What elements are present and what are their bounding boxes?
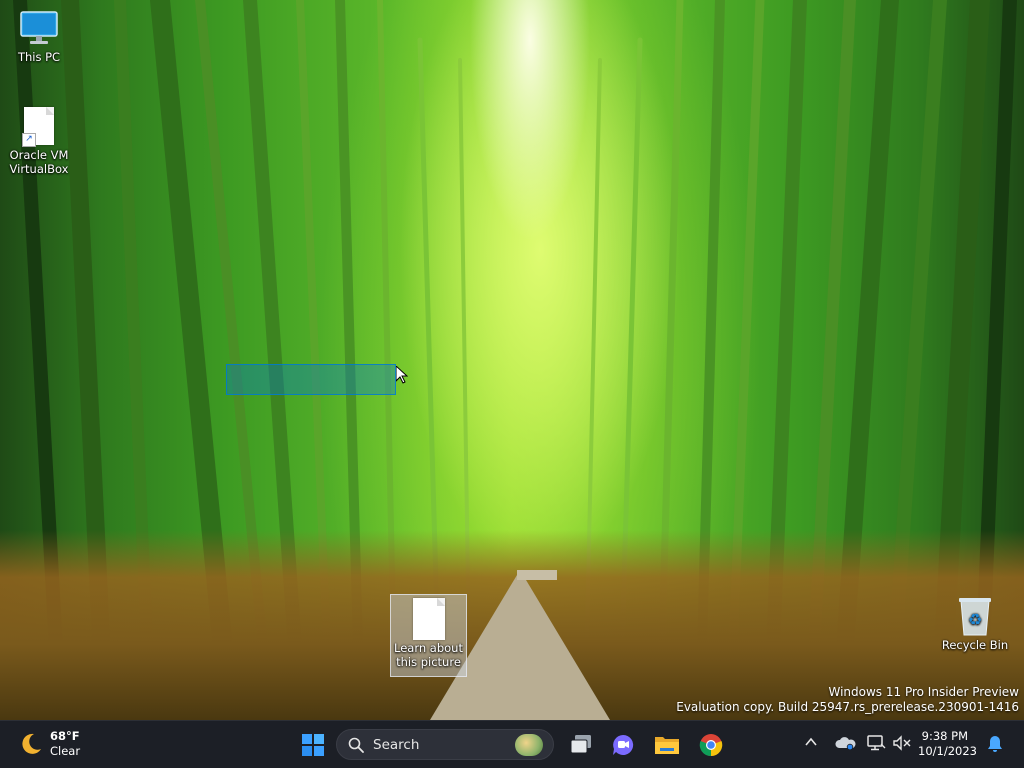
taskbar-clock[interactable]: 9:38 PM 10/1/2023	[918, 729, 977, 759]
desktop-icon-recycle-bin[interactable]: ♻ Recycle Bin	[940, 596, 1010, 652]
windows-watermark: Windows 11 Pro Insider Preview Evaluatio…	[676, 685, 1019, 715]
shortcut-arrow-icon: ↗	[22, 133, 36, 147]
desktop-icon-label-line1: Learn about	[394, 641, 463, 655]
weather-widget[interactable]: 68°F Clear	[18, 729, 80, 759]
desktop-icon-this-pc[interactable]: This PC	[4, 8, 74, 64]
mouse-cursor-icon	[396, 366, 408, 384]
wallpaper-path-far	[517, 570, 557, 580]
onedrive-icon[interactable]	[834, 735, 856, 751]
chrome-button[interactable]	[696, 730, 726, 760]
selection-rectangle	[226, 364, 396, 395]
document-icon	[409, 598, 449, 640]
start-icon	[302, 734, 324, 756]
watermark-line2: Evaluation copy. Build 25947.rs_prerelea…	[676, 700, 1019, 714]
desktop-icon-label: Recycle Bin	[941, 638, 1009, 652]
desktop-icon-label-line2: this picture	[396, 655, 461, 669]
task-view-icon	[570, 735, 591, 754]
desktop[interactable]: This PC ↗ Oracle VM VirtualBox Learn abo…	[0, 0, 1024, 720]
desktop-icon-label-line1: Oracle VM	[9, 148, 69, 162]
teams-icon	[613, 734, 634, 755]
desktop-icon-label-line2: VirtualBox	[9, 162, 69, 176]
taskbar: 68°F Clear Search 9:38 PM 10/1/2023	[0, 720, 1024, 768]
chrome-icon	[699, 734, 723, 757]
svg-text:♻: ♻	[968, 610, 982, 629]
clock-date: 10/1/2023	[918, 744, 977, 758]
notification-bell-icon[interactable]	[987, 735, 1003, 753]
desktop-icon-virtualbox[interactable]: ↗ Oracle VM VirtualBox	[4, 106, 74, 176]
clock-time: 9:38 PM	[921, 729, 968, 743]
weather-condition: Clear	[50, 744, 81, 758]
recycle-bin-icon: ♻	[955, 596, 995, 636]
task-view-button[interactable]	[566, 730, 596, 760]
search-highlight-image	[515, 734, 543, 756]
weather-temperature: 68°F	[50, 729, 80, 743]
watermark-line1: Windows 11 Pro Insider Preview	[828, 685, 1019, 699]
teams-chat-button[interactable]	[608, 730, 638, 760]
monitor-icon	[19, 8, 59, 48]
show-hidden-icons-chevron-icon[interactable]	[804, 735, 818, 749]
desktop-icon-label: This PC	[17, 50, 61, 64]
search-icon	[348, 737, 364, 753]
network-icon[interactable]	[866, 734, 886, 752]
moon-icon	[22, 733, 41, 754]
file-shortcut-icon: ↗	[19, 106, 59, 147]
search-label: Search	[373, 737, 420, 753]
file-explorer-icon	[655, 737, 679, 754]
file-explorer-button[interactable]	[652, 730, 682, 760]
desktop-icon-learn-about-picture[interactable]: Learn about this picture	[390, 594, 467, 677]
taskbar-search-box[interactable]: Search	[336, 729, 554, 760]
start-button[interactable]	[298, 730, 328, 760]
volume-muted-icon[interactable]	[892, 734, 912, 752]
